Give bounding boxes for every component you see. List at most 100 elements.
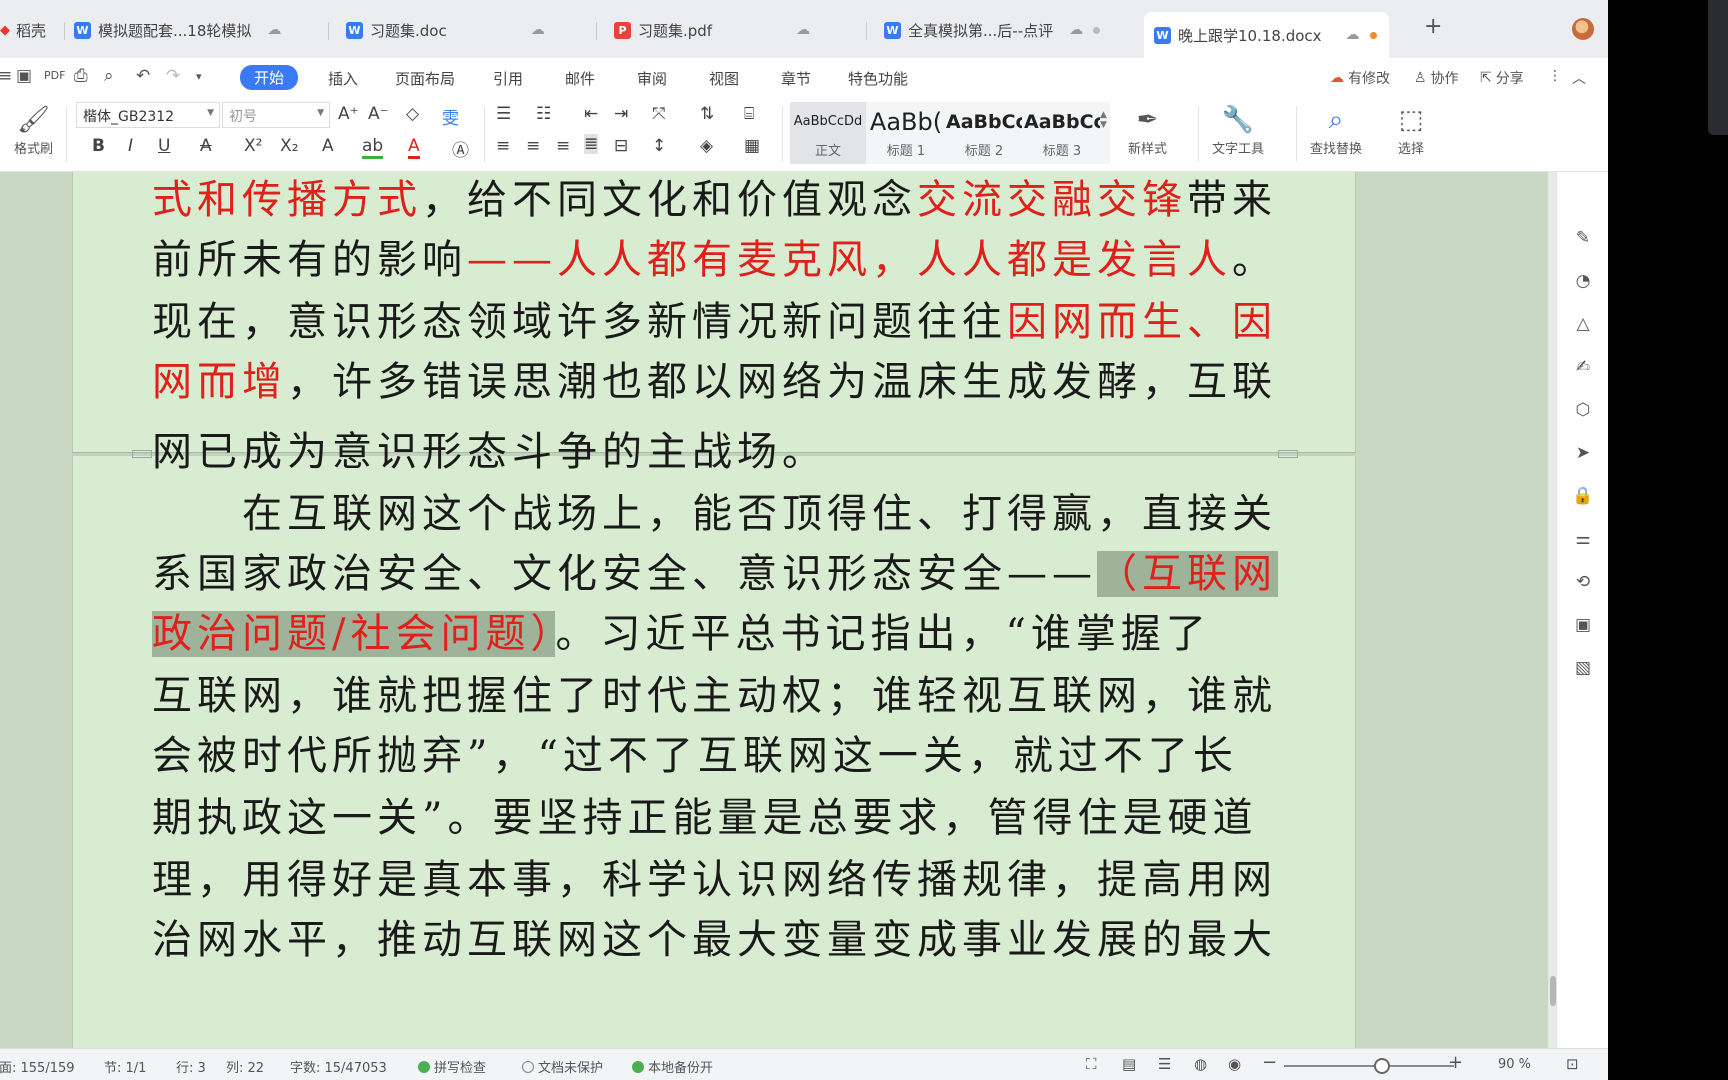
image-icon[interactable]: ▣ bbox=[1571, 613, 1595, 637]
document-line[interactable]: 在互联网这个战场上，能否顶得住、打得赢，直接关 bbox=[152, 488, 1278, 540]
show-marks-icon[interactable]: ⌸ bbox=[744, 104, 754, 124]
menu-chapter[interactable]: 章节 bbox=[781, 68, 811, 89]
tab-active-document[interactable]: W 晚上跟学10.18.docx ☁ bbox=[1144, 12, 1389, 58]
document-protect-button[interactable]: 文档未保护 bbox=[522, 1057, 603, 1076]
document-line[interactable]: 网而增，许多错误思潮也都以网络为温床生成发酵，互联 bbox=[152, 356, 1278, 408]
tab-document[interactable]: W 全真模拟第...后--点评 ☁ bbox=[884, 10, 1101, 50]
menu-references[interactable]: 引用 bbox=[493, 68, 523, 89]
spell-check-button[interactable]: 拼写检查 bbox=[418, 1057, 486, 1076]
align-left-button[interactable]: ≡ bbox=[496, 136, 510, 156]
redo-icon[interactable]: ↷ bbox=[166, 66, 180, 86]
bullet-list-icon[interactable]: ☰ bbox=[496, 104, 511, 124]
document-line[interactable]: 网已成为意识形态斗争的主战场。 bbox=[152, 426, 1278, 478]
collaborate-button[interactable]: ♙ 协作 bbox=[1414, 68, 1459, 88]
text-effect-icon[interactable]: A bbox=[322, 136, 334, 156]
menu-icon[interactable]: ≡ bbox=[0, 66, 12, 86]
more-icon[interactable]: ⋮ bbox=[1548, 68, 1562, 84]
font-color-button[interactable]: A bbox=[408, 136, 420, 159]
decrease-indent-icon[interactable]: ⇤ bbox=[584, 104, 598, 124]
char-border-icon[interactable]: Ⓐ bbox=[452, 136, 469, 161]
grow-font-icon[interactable]: A⁺ bbox=[338, 104, 359, 124]
avatar[interactable] bbox=[1572, 18, 1594, 40]
new-tab-button[interactable]: + bbox=[1424, 14, 1442, 39]
menu-page-layout[interactable]: 页面布局 bbox=[395, 68, 455, 89]
style-heading-3[interactable]: AaBbCc 标题 3 bbox=[1024, 102, 1100, 164]
sliders-icon[interactable]: ⚌ bbox=[1571, 527, 1595, 551]
word-count[interactable]: 字数: 15/47053 bbox=[290, 1057, 387, 1076]
find-replace-button[interactable]: ⌕ 查找替换 bbox=[1310, 102, 1362, 157]
revision-button[interactable]: ☁ 有修改 bbox=[1330, 68, 1390, 88]
document-line[interactable]: 理，用得好是真本事，科学认识网络传播规律，提高用网 bbox=[152, 854, 1278, 906]
document-line[interactable]: 式和传播方式，给不同文化和价值观念交流交融交锋带来 bbox=[152, 174, 1278, 226]
document-line[interactable]: 治网水平，推动互联网这个最大变量变成事业发展的最大 bbox=[152, 914, 1278, 966]
align-right-button[interactable]: ≡ bbox=[556, 136, 570, 156]
menu-mailings[interactable]: 邮件 bbox=[565, 68, 595, 89]
increase-indent-icon[interactable]: ⇥ bbox=[614, 104, 628, 124]
tab-document[interactable]: P 习题集.pdf ☁ bbox=[614, 10, 810, 50]
text-direction-icon[interactable]: ⤧ bbox=[652, 104, 666, 124]
vertical-scrollbar[interactable] bbox=[1548, 172, 1556, 1048]
align-center-button[interactable]: ≡ bbox=[526, 136, 540, 156]
style-heading-1[interactable]: AaBb( 标题 1 bbox=[868, 102, 944, 164]
menu-view[interactable]: 视图 bbox=[709, 68, 739, 89]
underline-button[interactable]: U bbox=[158, 136, 170, 156]
settings-hex-icon[interactable]: ⬡ bbox=[1571, 398, 1595, 422]
document-line[interactable]: 期执政这一关”。要坚持正能量是总要求，管得住是硬道 bbox=[152, 792, 1278, 844]
customize-dropdown-icon[interactable]: ▾ bbox=[196, 70, 202, 83]
highlight-color-button[interactable]: ab bbox=[362, 136, 384, 159]
format-painter-button[interactable]: 🖌 格式刷 bbox=[14, 102, 53, 157]
phonetic-guide-icon[interactable]: 雯 bbox=[442, 104, 459, 129]
sort-icon[interactable]: ⇅ bbox=[700, 104, 714, 124]
styles-scroll-icon[interactable]: ▲ ▼ bbox=[1100, 110, 1107, 130]
italic-button[interactable]: I bbox=[128, 136, 133, 156]
distribute-button[interactable]: ⊟ bbox=[614, 136, 628, 156]
document-line[interactable]: 政治问题/社会问题）。习近平总书记指出，“谁掌握了 bbox=[152, 608, 1278, 660]
tab-document[interactable]: W 习题集.doc ☁ bbox=[346, 10, 545, 50]
document-area[interactable]: 式和传播方式，给不同文化和价值观念交流交融交锋带来 前所未有的影响——人人都有麦克… bbox=[0, 172, 1556, 1048]
strikethrough-button[interactable]: A bbox=[200, 136, 212, 156]
shading-icon[interactable]: ◈ bbox=[700, 136, 713, 156]
history-icon[interactable]: ⟲ bbox=[1571, 570, 1595, 594]
collapse-ribbon-icon[interactable]: ︿ bbox=[1572, 68, 1586, 88]
save-icon[interactable]: ▣ bbox=[16, 66, 32, 86]
font-size-select[interactable]: 初号 ▼ bbox=[222, 102, 330, 128]
outline-view-icon[interactable]: ☰ bbox=[1158, 1055, 1171, 1073]
document-line[interactable]: 互联网，谁就把握住了时代主动权；谁轻视互联网，谁就 bbox=[152, 670, 1278, 722]
fullscreen-icon[interactable]: ⛶ bbox=[1086, 1055, 1097, 1073]
shapes-icon[interactable]: ◔ bbox=[1571, 269, 1595, 293]
gallery-icon[interactable]: ▧ bbox=[1571, 656, 1595, 680]
new-style-button[interactable]: ✒ 新样式 bbox=[1128, 102, 1167, 157]
eye-protect-icon[interactable]: ◉ bbox=[1228, 1055, 1241, 1073]
tab-document[interactable]: W 模拟题配套...18轮模拟 ☁ bbox=[74, 10, 281, 50]
zoom-slider[interactable] bbox=[1284, 1065, 1454, 1067]
text-tools-button[interactable]: 🔧 文字工具 bbox=[1212, 102, 1264, 157]
menu-special-features[interactable]: 特色功能 bbox=[848, 68, 908, 89]
document-line[interactable]: 现在，意识形态领域许多新情况新问题往往因网而生、因 bbox=[152, 296, 1278, 348]
zoom-slider-handle[interactable] bbox=[1374, 1058, 1390, 1074]
shrink-font-icon[interactable]: A⁻ bbox=[368, 104, 389, 124]
local-backup-button[interactable]: 本地备份开 bbox=[632, 1057, 713, 1076]
lock-icon[interactable]: 🔒 bbox=[1571, 484, 1595, 508]
numbered-list-icon[interactable]: ☷ bbox=[536, 104, 551, 124]
line-spacing-icon[interactable]: ↕ bbox=[652, 136, 666, 156]
fit-page-icon[interactable]: ⊡ bbox=[1566, 1055, 1579, 1073]
pen-tool-icon[interactable]: ✍ bbox=[1571, 355, 1595, 379]
zoom-level[interactable]: 90 % bbox=[1498, 1057, 1531, 1072]
export-pdf-icon[interactable]: PDF bbox=[44, 69, 65, 82]
page-count[interactable]: 页面: 155/159 bbox=[0, 1057, 75, 1076]
menu-home[interactable]: 开始 bbox=[240, 65, 299, 90]
clear-format-icon[interactable]: ◇ bbox=[406, 104, 419, 124]
share-button[interactable]: ⇱ 分享 bbox=[1480, 68, 1524, 88]
style-heading-2[interactable]: AaBbCc 标题 2 bbox=[946, 102, 1022, 164]
page-view-icon[interactable]: ▤ bbox=[1122, 1055, 1136, 1073]
web-view-icon[interactable]: ◍ bbox=[1194, 1055, 1207, 1073]
document-line[interactable]: 系国家政治安全、文化安全、意识形态安全——（互联网— bbox=[152, 548, 1278, 600]
menu-review[interactable]: 审阅 bbox=[637, 68, 667, 89]
superscript-button[interactable]: X² bbox=[244, 136, 262, 156]
justify-button[interactable]: ≣ bbox=[584, 134, 599, 154]
select-button[interactable]: ⬚ 选择 bbox=[1398, 102, 1424, 157]
document-line[interactable]: 会被时代所抛弃”，“过不了互联网这一关，就过不了长 bbox=[152, 730, 1278, 782]
zoom-out-button[interactable]: − bbox=[1262, 1052, 1277, 1073]
subscript-button[interactable]: X₂ bbox=[280, 136, 298, 156]
style-normal[interactable]: AaBbCcDd 正文 bbox=[790, 102, 866, 164]
